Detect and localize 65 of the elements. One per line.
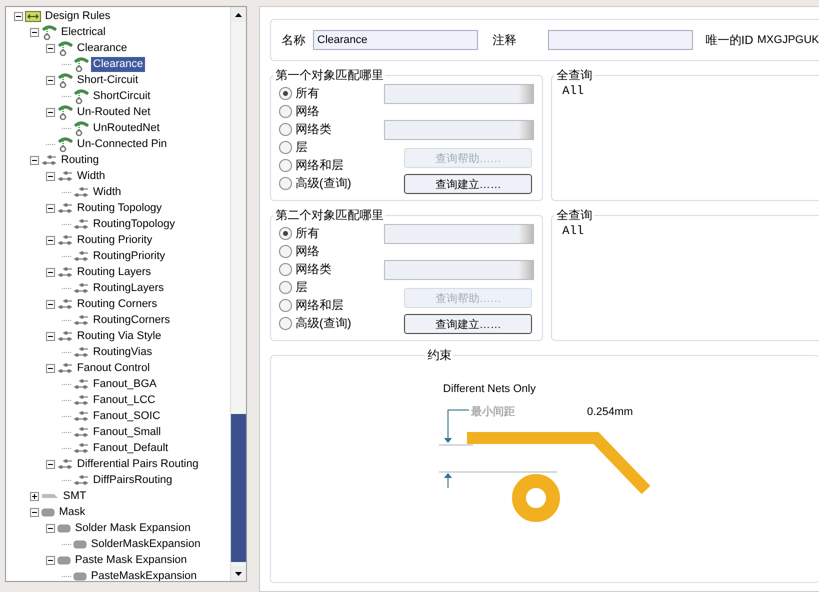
tree-item[interactable]: UnRoutedNet (91, 120, 162, 136)
radio-option[interactable]: 高级(查询) (279, 314, 384, 332)
tree-item[interactable]: Design Rules (43, 8, 112, 24)
tree-item[interactable]: Fanout_LCC (91, 392, 158, 408)
tree-item[interactable]: SolderMaskExpansion (89, 536, 202, 552)
tree-item[interactable]: DiffPairsRouting (91, 472, 174, 488)
tree-item[interactable]: RoutingCorners (91, 312, 172, 328)
tree-item[interactable]: Routing Corners (75, 296, 160, 312)
tree-item[interactable]: RoutingPriority (91, 248, 168, 264)
group-title: 全查询 (555, 67, 594, 84)
name-field[interactable]: Clearance (313, 30, 478, 50)
tree-item[interactable]: Routing (59, 152, 101, 168)
radio-option[interactable]: 网络类 (279, 120, 384, 138)
query-button[interactable]: 查询建立…… (404, 314, 532, 334)
tree-item[interactable]: Solder Mask Expansion (73, 520, 193, 536)
radio-option[interactable]: 层 (279, 278, 384, 296)
clearance-value: 0.254mm (587, 406, 634, 418)
tree-item[interactable]: Fanout Control (75, 360, 152, 376)
unique-id-label: 唯一的ID (705, 32, 754, 48)
tree-item[interactable]: Un-Routed Net (75, 104, 152, 120)
tree-item[interactable]: Routing Layers (75, 264, 153, 280)
unique-id-value: MXGJPGUK (757, 34, 819, 46)
radio-option[interactable]: 网络 (279, 242, 384, 260)
group-title: 全查询 (555, 207, 594, 224)
tree-item[interactable]: Differential Pairs Routing (75, 456, 200, 472)
tree-item[interactable]: RoutingLayers (91, 280, 166, 296)
radio-option[interactable]: 网络 (279, 102, 384, 120)
name-label: 名称 (281, 32, 306, 48)
group-title: 第二个对象匹配哪里 (274, 207, 384, 224)
tree-item[interactable]: Un-Connected Pin (75, 136, 169, 152)
tree-item[interactable]: Short-Circuit (75, 72, 140, 88)
radio-option[interactable]: 所有 (279, 84, 384, 102)
tree-item[interactable]: Fanout_Default (91, 440, 170, 456)
tree-item[interactable]: Routing Via Style (75, 328, 164, 344)
tree-item[interactable]: Mask (57, 504, 88, 520)
query-text: All (561, 84, 585, 98)
tree-item[interactable]: Clearance (75, 40, 130, 56)
query-text: All (561, 224, 585, 238)
comment-label: 注释 (492, 32, 516, 48)
tree-item[interactable]: Fanout_SOIC (91, 408, 162, 424)
radio-option[interactable]: 网络和层 (279, 296, 384, 314)
gap-label: 最小间距 (471, 406, 516, 418)
tree-item[interactable]: Clearance (91, 56, 146, 72)
tree-item[interactable]: Routing Priority (75, 232, 154, 248)
tree-item[interactable]: Routing Topology (75, 200, 164, 216)
mode-label: Different Nets Only (443, 383, 536, 395)
tree-item[interactable]: ShortCircuit (91, 88, 152, 104)
query-button[interactable]: 查询建立…… (404, 174, 532, 194)
group-title: 约束 (426, 347, 452, 364)
tree-item[interactable]: PasteMaskExpansion (89, 568, 199, 581)
tree-item[interactable]: RoutingVias (91, 344, 154, 360)
tree-item[interactable]: SMT (61, 488, 88, 504)
tree-item[interactable]: Fanout_Small (91, 424, 163, 440)
tree-item[interactable]: Width (91, 184, 124, 200)
tree-item[interactable]: RoutingTopology (91, 216, 177, 232)
radio-option[interactable]: 网络和层 (279, 156, 384, 174)
tree-item[interactable]: Paste Mask Expansion (73, 552, 189, 568)
group-title: 第一个对象匹配哪里 (274, 67, 384, 84)
radio-option[interactable]: 高级(查询) (279, 174, 384, 192)
tree-item[interactable]: Width (75, 168, 108, 184)
radio-option[interactable]: 网络类 (279, 260, 384, 278)
tree-item[interactable]: Fanout_BGA (91, 376, 159, 392)
radio-option[interactable]: 层 (279, 138, 384, 156)
radio-option[interactable]: 所有 (279, 224, 384, 242)
tree-item[interactable]: Electrical (59, 24, 108, 40)
